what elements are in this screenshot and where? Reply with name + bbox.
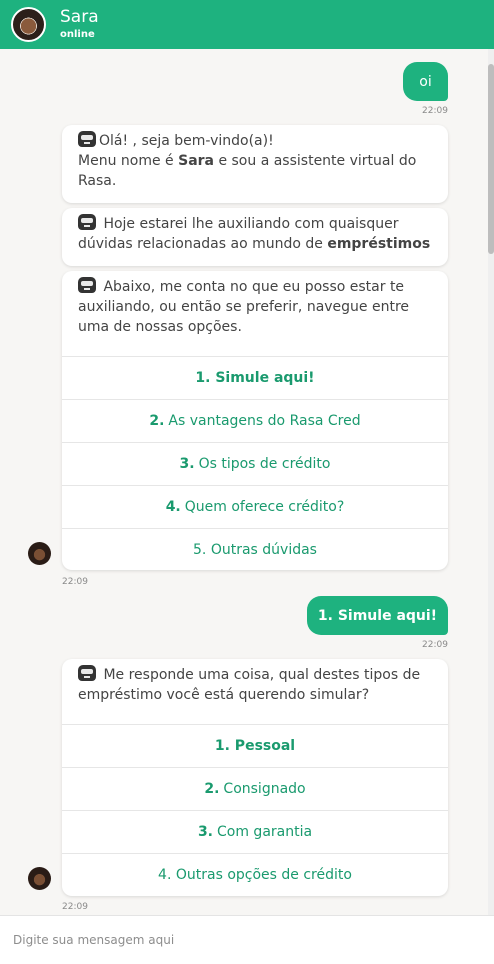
option-label: Os tipos de crédito: [198, 456, 331, 472]
bot-options-card: Me responde uma coisa, qual destes tipos…: [62, 659, 448, 896]
option-number: 3.: [179, 456, 195, 472]
bot-message: Olá! , seja bem-vindo(a)! Menu nome é Sa…: [62, 125, 448, 203]
avatar: [11, 7, 46, 42]
option-label: As vantagens do Rasa Cred: [168, 413, 361, 429]
option-com-garantia[interactable]: 3. Com garantia: [62, 810, 448, 853]
robot-icon: [78, 131, 96, 147]
message-text: 1. Simule aqui!: [317, 607, 438, 624]
option-label: Com garantia: [217, 824, 313, 840]
robot-icon: [78, 277, 96, 293]
option-outras-duvidas[interactable]: 5. Outras dúvidas: [62, 528, 448, 570]
bot-avatar: [28, 542, 51, 565]
robot-icon: [78, 214, 96, 230]
bot-message: Hoje estarei lhe auxiliando com quaisque…: [62, 208, 448, 266]
option-label: Consignado: [223, 781, 306, 797]
option-label: 4. Outras opções de crédito: [158, 867, 352, 883]
contact-status: online: [60, 29, 95, 40]
option-number: 2.: [149, 413, 165, 429]
message-time: 22:09: [422, 106, 448, 116]
message-text: Me responde uma coisa, qual destes tipos…: [78, 667, 421, 703]
option-number: 3.: [197, 824, 213, 840]
option-pessoal[interactable]: 1. Pessoal: [62, 724, 448, 767]
message-time: 22:09: [422, 640, 448, 650]
chat-header: Sara online: [0, 0, 494, 49]
scrollbar-thumb[interactable]: [488, 64, 494, 254]
option-label: 1. Pessoal: [214, 738, 296, 754]
message-input-bar: [0, 915, 494, 964]
message-text-bold: empréstimos: [327, 236, 431, 252]
message-text: Abaixo, me conta no que eu posso estar t…: [78, 279, 410, 335]
option-label: 5. Outras dúvidas: [193, 542, 317, 558]
message-time: 22:09: [62, 902, 88, 912]
robot-icon: [78, 665, 96, 681]
bot-avatar: [28, 867, 51, 890]
user-message: oi: [403, 62, 448, 101]
option-tipos-de-credito[interactable]: 3. Os tipos de crédito: [62, 442, 448, 485]
message-text: oi: [419, 73, 432, 90]
option-number: 2.: [204, 781, 220, 797]
scrollbar[interactable]: [488, 49, 494, 915]
message-input[interactable]: [0, 916, 494, 964]
message-text: Menu nome é: [78, 153, 174, 169]
option-label: 1. Simule aqui!: [195, 370, 315, 386]
option-quem-oferece[interactable]: 4. Quem oferece crédito?: [62, 485, 448, 528]
option-vantagens[interactable]: 2. As vantagens do Rasa Cred: [62, 399, 448, 442]
option-simule-aqui[interactable]: 1. Simule aqui!: [62, 356, 448, 399]
message-time: 22:09: [62, 577, 88, 587]
contact-name: Sara: [60, 7, 99, 27]
bot-options-card: Abaixo, me conta no que eu posso estar t…: [62, 271, 448, 570]
option-number: 4.: [165, 499, 181, 515]
option-label: Quem oferece crédito?: [184, 499, 345, 515]
option-consignado[interactable]: 2. Consignado: [62, 767, 448, 810]
user-message: 1. Simule aqui!: [307, 596, 448, 635]
assistant-name: Sara: [178, 153, 214, 169]
chat-area[interactable]: oi 22:09 Olá! , seja bem-vindo(a)! Menu …: [0, 49, 494, 915]
option-outras-opcoes[interactable]: 4. Outras opções de crédito: [62, 853, 448, 896]
message-text: Olá! , seja bem-vindo(a)!: [99, 133, 274, 149]
